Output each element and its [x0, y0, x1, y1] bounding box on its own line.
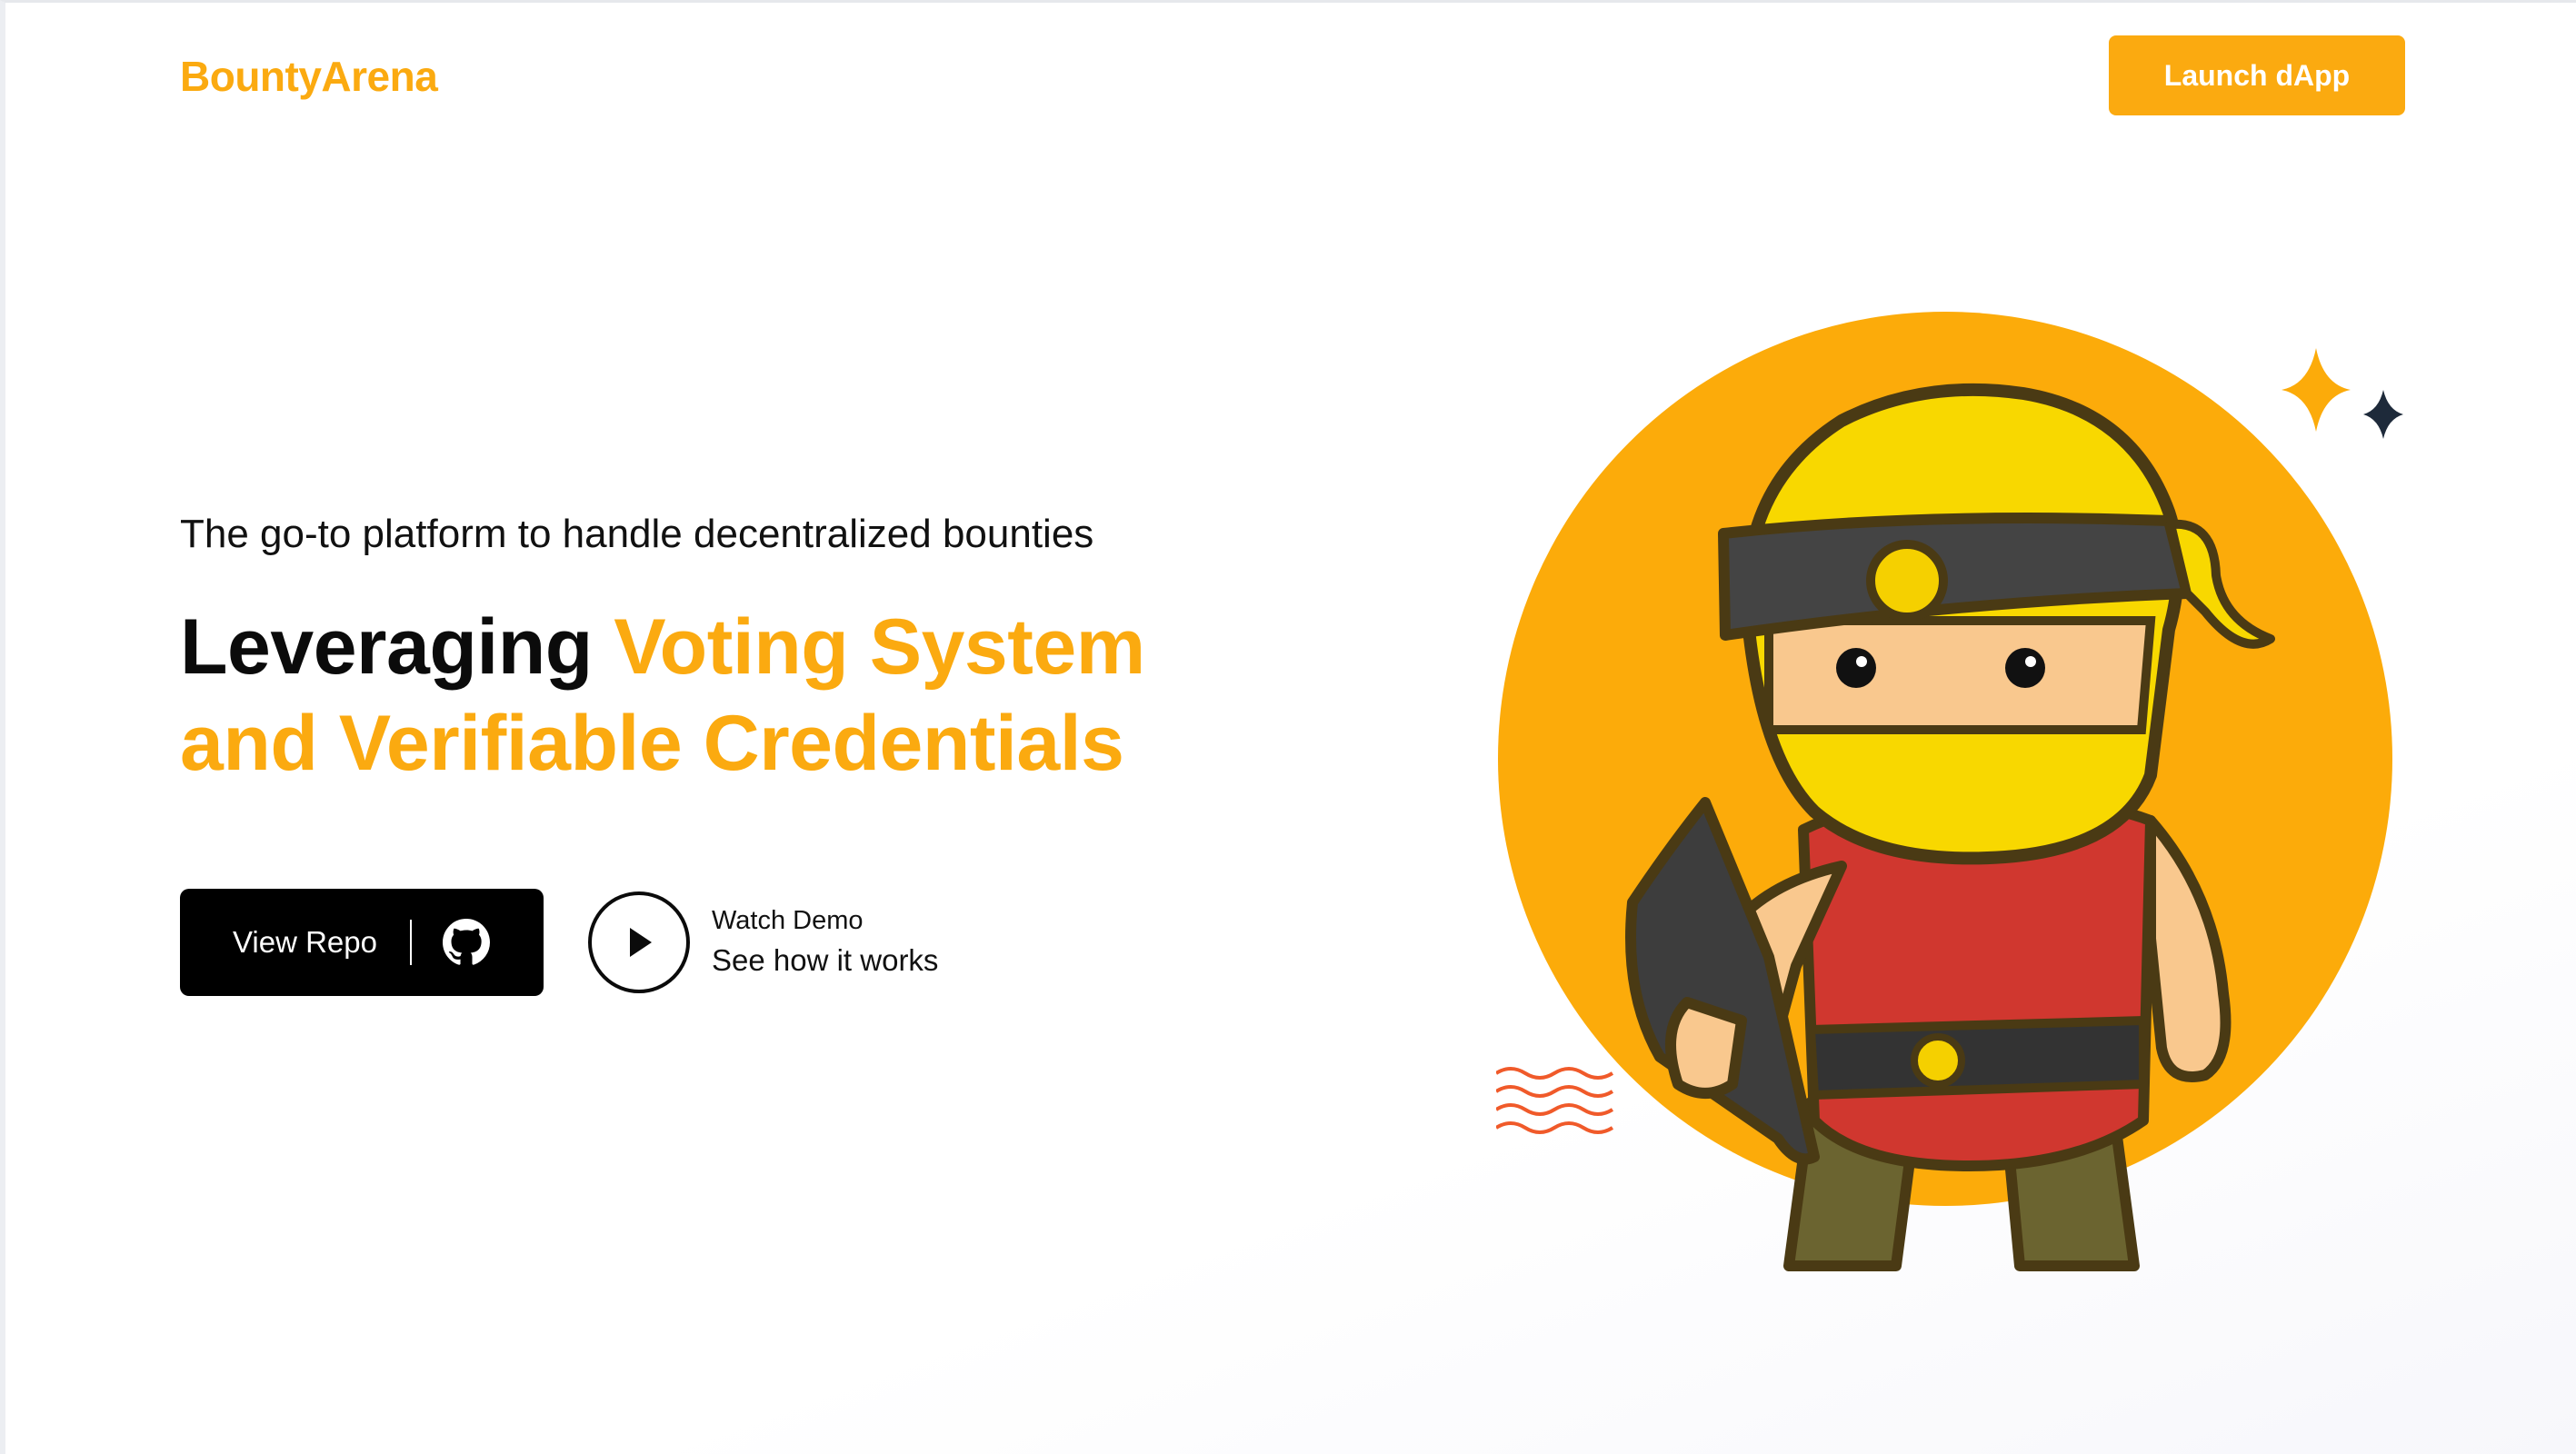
- belt-buckle: [1911, 1033, 1965, 1088]
- headline-plain: Leveraging: [180, 603, 614, 691]
- ninja-mascot-illustration: [1496, 312, 2403, 1271]
- orange-star-icon: [2281, 348, 2351, 432]
- play-icon: [630, 928, 652, 957]
- watch-demo-subtitle: See how it works: [712, 943, 939, 977]
- github-icon: [443, 919, 490, 966]
- ninja-left-eye: [1836, 648, 1876, 688]
- brand-logo[interactable]: BountyArena: [180, 52, 438, 101]
- headband-emblem: [1866, 540, 1948, 622]
- wavy-lines: [1496, 1067, 1614, 1134]
- hero-headline: Leveraging Voting System and Verifiable …: [180, 599, 1271, 792]
- ninja-hand: [1665, 997, 1747, 1099]
- dark-star-icon: [2363, 390, 2403, 439]
- launch-dapp-button[interactable]: Launch dApp: [2109, 35, 2405, 115]
- view-repo-button[interactable]: View Repo: [180, 889, 544, 996]
- headline-accent-voting: Voting System: [614, 603, 1145, 691]
- headline-accent-credentials: and Verifiable Credentials: [180, 700, 1124, 787]
- ninja-right-eye: [2005, 648, 2045, 688]
- hero-tagline: The go-to platform to handle decentraliz…: [180, 512, 1094, 556]
- watch-demo-title: Watch Demo: [712, 906, 864, 935]
- right-eye-highlight: [2025, 656, 2036, 667]
- ninja-face: [1764, 616, 2156, 734]
- ninja-belt: [1805, 1015, 2148, 1100]
- left-eye-highlight: [1856, 656, 1867, 667]
- landing-page: BountyArena Launch dApp The go-to platfo…: [0, 0, 2576, 1454]
- watch-demo-play-button[interactable]: [588, 891, 690, 993]
- view-repo-label: View Repo: [233, 925, 377, 959]
- button-divider: [410, 920, 412, 965]
- watch-demo-text[interactable]: Watch Demo See how it works: [712, 902, 938, 982]
